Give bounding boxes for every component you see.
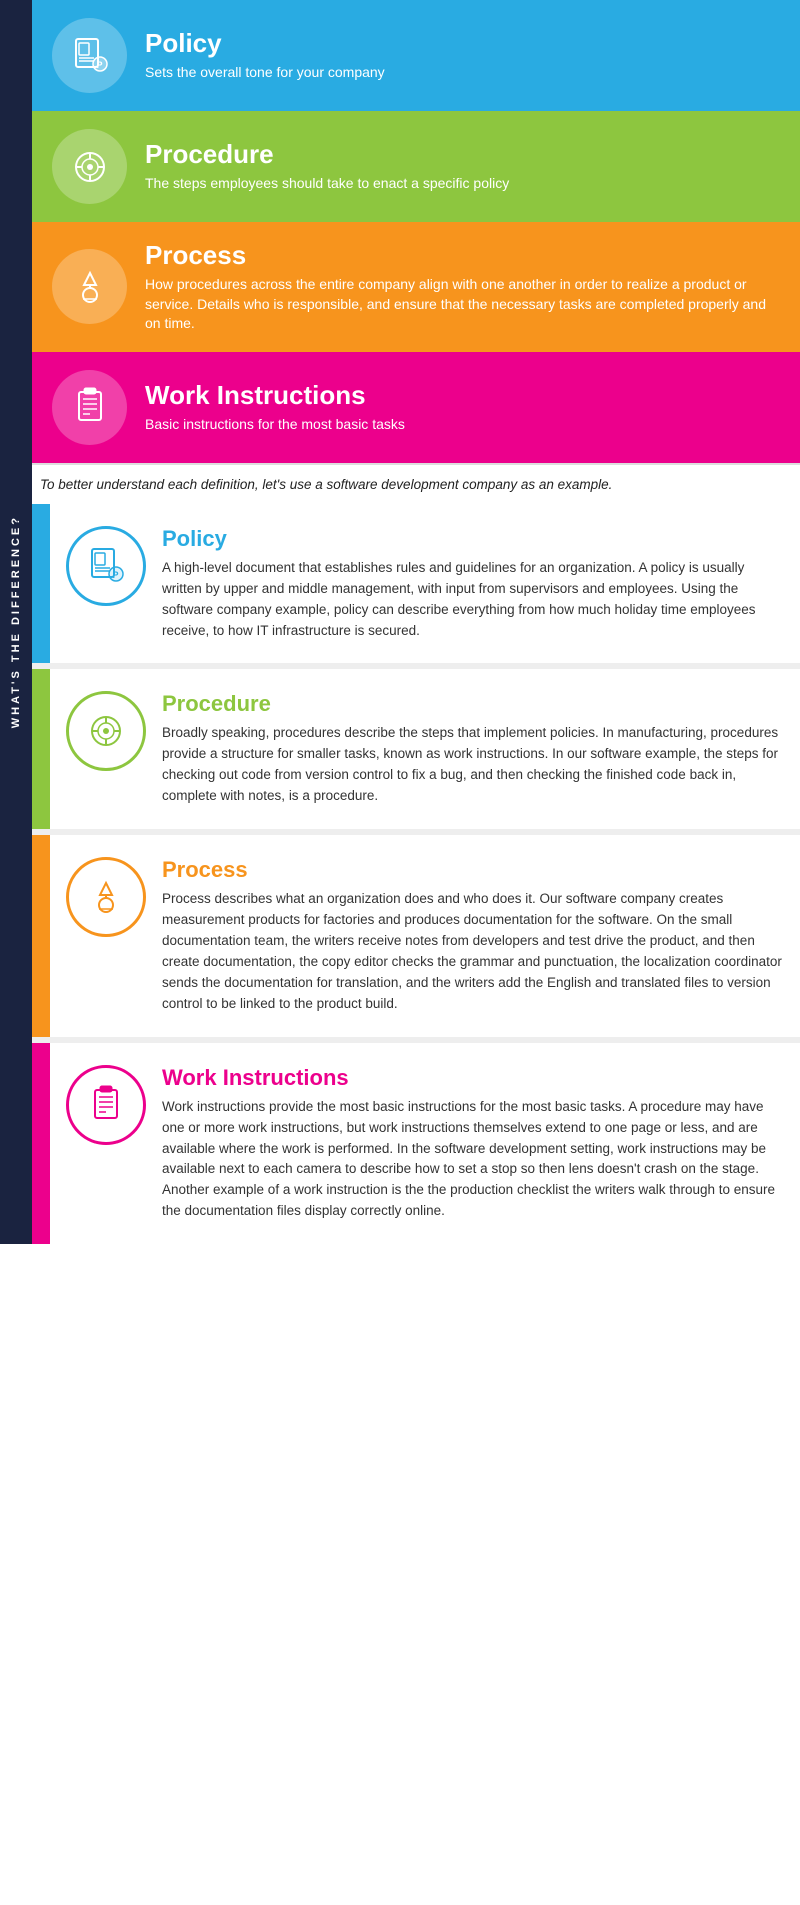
policy-banner-title: Policy (145, 28, 385, 59)
procedure-detail-wrapper: Procedure Broadly speaking, procedures d… (32, 669, 800, 829)
policy-detail-body: A high-level document that establishes r… (162, 558, 784, 642)
procedure-detail-icon (66, 691, 146, 771)
svg-text:P: P (96, 60, 102, 70)
workinstr-detail-text: Work Instructions Work instructions prov… (162, 1065, 784, 1223)
workinstr-banner-title: Work Instructions (145, 380, 405, 411)
workinstr-detail-title: Work Instructions (162, 1065, 784, 1091)
process-banner-subtitle: How procedures across the entire company… (145, 275, 780, 334)
process-detail-icon (66, 857, 146, 937)
process-banner-title: Process (145, 240, 780, 271)
procedure-detail-text: Procedure Broadly speaking, procedures d… (162, 691, 784, 807)
policy-detail-section: P Policy A high-level document that esta… (50, 504, 800, 664)
workinstr-banner-subtitle: Basic instructions for the most basic ta… (145, 415, 405, 435)
procedure-banner-title: Procedure (145, 139, 509, 170)
workinstr-detail-body: Work instructions provide the most basic… (162, 1097, 784, 1223)
procedure-banner-text: Procedure The steps employees should tak… (145, 139, 509, 194)
procedure-banner: Procedure The steps employees should tak… (32, 111, 800, 222)
process-detail-body: Process describes what an organization d… (162, 889, 784, 1015)
policy-detail-wrapper: P Policy A high-level document that esta… (32, 504, 800, 664)
procedure-detail-title: Procedure (162, 691, 784, 717)
workinstr-strip (32, 1043, 50, 1245)
process-banner-text: Process How procedures across the entire… (145, 240, 780, 334)
policy-detail-icon: P (66, 526, 146, 606)
svg-text:P: P (113, 570, 119, 580)
policy-banner-icon: P (52, 18, 127, 93)
workinstr-detail-icon (66, 1065, 146, 1145)
sidebar-label: WHAT'S THE DIFFERENCE? (10, 515, 22, 728)
procedure-detail-body: Broadly speaking, procedures describe th… (162, 723, 784, 807)
policy-banner-text: Policy Sets the overall tone for your co… (145, 28, 385, 83)
main-content: P Policy Sets the overall tone for your … (32, 0, 800, 1244)
workinstr-detail-wrapper: Work Instructions Work instructions prov… (32, 1043, 800, 1245)
workinstr-banner-icon (52, 370, 127, 445)
page-wrapper: WHAT'S THE DIFFERENCE? P Policy Sets the… (0, 0, 800, 1244)
process-detail-section: Process Process describes what an organi… (50, 835, 800, 1037)
workinstr-detail-section: Work Instructions Work instructions prov… (50, 1043, 800, 1245)
policy-detail-text: Policy A high-level document that establ… (162, 526, 784, 642)
procedure-banner-subtitle: The steps employees should take to enact… (145, 174, 509, 194)
sidebar: WHAT'S THE DIFFERENCE? (0, 0, 32, 1244)
intro-label: To better understand each definition, le… (40, 477, 612, 492)
procedure-banner-icon (52, 129, 127, 204)
policy-banner: P Policy Sets the overall tone for your … (32, 0, 800, 111)
workinstr-banner: Work Instructions Basic instructions for… (32, 352, 800, 463)
procedure-detail-section: Procedure Broadly speaking, procedures d… (50, 669, 800, 829)
procedure-strip (32, 669, 50, 829)
process-detail-text: Process Process describes what an organi… (162, 857, 784, 1015)
policy-banner-subtitle: Sets the overall tone for your company (145, 63, 385, 83)
process-detail-wrapper: Process Process describes what an organi… (32, 835, 800, 1037)
policy-strip (32, 504, 50, 664)
process-banner: Process How procedures across the entire… (32, 222, 800, 352)
policy-detail-title: Policy (162, 526, 784, 552)
process-banner-icon (52, 249, 127, 324)
process-detail-title: Process (162, 857, 784, 883)
process-strip (32, 835, 50, 1037)
workinstr-banner-text: Work Instructions Basic instructions for… (145, 380, 405, 435)
intro-text: To better understand each definition, le… (32, 463, 800, 504)
